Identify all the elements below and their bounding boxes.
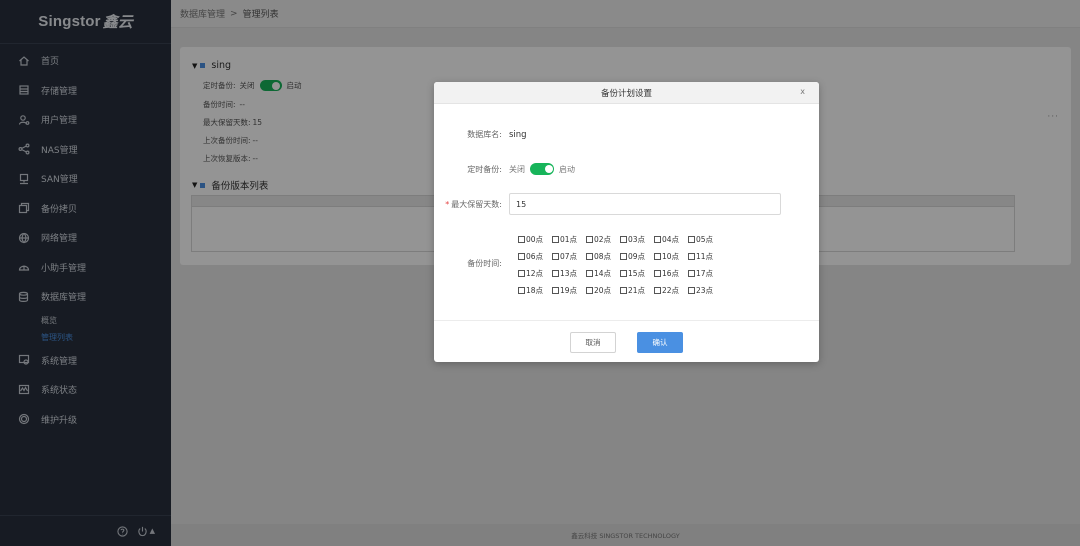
checkbox[interactable] bbox=[586, 287, 593, 294]
checkbox[interactable] bbox=[552, 253, 559, 260]
max-days-form-row: * 最大保留天数: bbox=[434, 193, 781, 215]
hour-label: 18点 bbox=[526, 286, 544, 295]
checkbox[interactable] bbox=[654, 253, 661, 260]
hour-label: 20点 bbox=[594, 286, 612, 295]
hour-checkbox-item[interactable]: 13点 bbox=[552, 268, 586, 279]
hour-checkbox-item[interactable]: 06点 bbox=[518, 251, 552, 262]
db-name-label: 数据库名: bbox=[467, 130, 502, 139]
max-days-input[interactable] bbox=[509, 193, 781, 215]
checkbox[interactable] bbox=[518, 236, 525, 243]
hour-checkbox-item[interactable]: 01点 bbox=[552, 234, 586, 245]
checkbox[interactable] bbox=[620, 253, 627, 260]
hour-label: 08点 bbox=[594, 252, 612, 261]
hour-label: 06点 bbox=[526, 252, 544, 261]
checkbox[interactable] bbox=[518, 270, 525, 277]
checkbox[interactable] bbox=[552, 236, 559, 243]
dialog-title: 备份计划设置 bbox=[600, 88, 652, 99]
dialog-divider bbox=[434, 320, 819, 321]
hour-checkbox-item[interactable]: 08点 bbox=[586, 251, 620, 262]
hour-checkbox-item[interactable]: 11点 bbox=[688, 251, 722, 262]
hour-checkbox-item[interactable]: 16点 bbox=[654, 268, 688, 279]
hour-checkbox-item[interactable]: 15点 bbox=[620, 268, 654, 279]
checkbox[interactable] bbox=[688, 253, 695, 260]
hour-checkbox-item[interactable]: 14点 bbox=[586, 268, 620, 279]
checkbox[interactable] bbox=[654, 236, 661, 243]
checkbox[interactable] bbox=[552, 287, 559, 294]
hour-checkbox-item[interactable]: 12点 bbox=[518, 268, 552, 279]
hour-checkbox-item[interactable]: 20点 bbox=[586, 285, 620, 296]
hour-checkbox-item[interactable]: 00点 bbox=[518, 234, 552, 245]
hour-checkbox-item[interactable]: 03点 bbox=[620, 234, 654, 245]
db-name-row: 数据库名: sing bbox=[434, 129, 527, 140]
close-icon[interactable]: x bbox=[800, 87, 805, 96]
hour-label: 23点 bbox=[696, 286, 714, 295]
hour-checkbox-item[interactable]: 02点 bbox=[586, 234, 620, 245]
hour-checkbox-item[interactable]: 23点 bbox=[688, 285, 722, 296]
hour-label: 15点 bbox=[628, 269, 646, 278]
hour-label: 21点 bbox=[628, 286, 646, 295]
dialog-header: 备份计划设置 x bbox=[434, 82, 819, 104]
hour-label: 01点 bbox=[560, 235, 578, 244]
backup-schedule-dialog: 备份计划设置 x 数据库名: sing 定时备份: 关闭 启动 * 最大保留天数:… bbox=[434, 82, 819, 362]
max-days-label-text: 最大保留天数: bbox=[451, 199, 502, 209]
hour-label: 03点 bbox=[628, 235, 646, 244]
hour-label: 13点 bbox=[560, 269, 578, 278]
checkbox[interactable] bbox=[688, 236, 695, 243]
hour-label: 17点 bbox=[696, 269, 714, 278]
cancel-button[interactable]: 取消 bbox=[570, 332, 616, 353]
checkbox[interactable] bbox=[586, 253, 593, 260]
hour-checkbox-item[interactable]: 22点 bbox=[654, 285, 688, 296]
hour-label: 00点 bbox=[526, 235, 544, 244]
hour-label: 16点 bbox=[662, 269, 680, 278]
hour-label: 04点 bbox=[662, 235, 680, 244]
hour-label: 02点 bbox=[594, 235, 612, 244]
checkbox[interactable] bbox=[620, 287, 627, 294]
checkbox[interactable] bbox=[552, 270, 559, 277]
hour-label: 11点 bbox=[696, 252, 714, 261]
scheduled-backup-form-label: 定时备份: bbox=[467, 164, 502, 174]
required-mark: * bbox=[445, 199, 450, 209]
max-days-form-label: * 最大保留天数: bbox=[434, 199, 509, 210]
hour-checkbox-item[interactable]: 18点 bbox=[518, 285, 552, 296]
toggle-off-label: 关闭 bbox=[509, 164, 525, 174]
hour-label: 07点 bbox=[560, 252, 578, 261]
backup-time-form-label: 备份时间: bbox=[467, 259, 502, 268]
hour-label: 19点 bbox=[560, 286, 578, 295]
scheduled-backup-form-row: 定时备份: 关闭 启动 bbox=[434, 163, 575, 175]
checkbox[interactable] bbox=[586, 236, 593, 243]
hour-checkbox-item[interactable]: 17点 bbox=[688, 268, 722, 279]
hour-checkbox-item[interactable]: 10点 bbox=[654, 251, 688, 262]
hour-label: 09点 bbox=[628, 252, 646, 261]
hour-checkbox-item[interactable]: 07点 bbox=[552, 251, 586, 262]
checkbox[interactable] bbox=[518, 287, 525, 294]
checkbox[interactable] bbox=[586, 270, 593, 277]
checkbox[interactable] bbox=[654, 287, 661, 294]
hour-label: 14点 bbox=[594, 269, 612, 278]
hour-label: 12点 bbox=[526, 269, 544, 278]
hour-label: 10点 bbox=[662, 252, 680, 261]
db-name-value: sing bbox=[509, 129, 527, 140]
checkbox[interactable] bbox=[620, 236, 627, 243]
hour-checkbox-item[interactable]: 04点 bbox=[654, 234, 688, 245]
scheduled-backup-switch[interactable] bbox=[530, 163, 554, 175]
checkbox[interactable] bbox=[518, 253, 525, 260]
hour-checkbox-item[interactable]: 19点 bbox=[552, 285, 586, 296]
hour-label: 22点 bbox=[662, 286, 680, 295]
confirm-button[interactable]: 确认 bbox=[637, 332, 683, 353]
backup-hours-grid: 00点 01点 02点 03点 04点 05点 06点 07点 08点 09点 10点 11点 12点 1… bbox=[518, 234, 722, 296]
checkbox[interactable] bbox=[688, 287, 695, 294]
hour-label: 05点 bbox=[696, 235, 714, 244]
hour-checkbox-item[interactable]: 05点 bbox=[688, 234, 722, 245]
checkbox[interactable] bbox=[620, 270, 627, 277]
hour-checkbox-item[interactable]: 09点 bbox=[620, 251, 654, 262]
checkbox[interactable] bbox=[688, 270, 695, 277]
toggle-on-label: 启动 bbox=[559, 164, 575, 174]
hour-checkbox-item[interactable]: 21点 bbox=[620, 285, 654, 296]
checkbox[interactable] bbox=[654, 270, 661, 277]
